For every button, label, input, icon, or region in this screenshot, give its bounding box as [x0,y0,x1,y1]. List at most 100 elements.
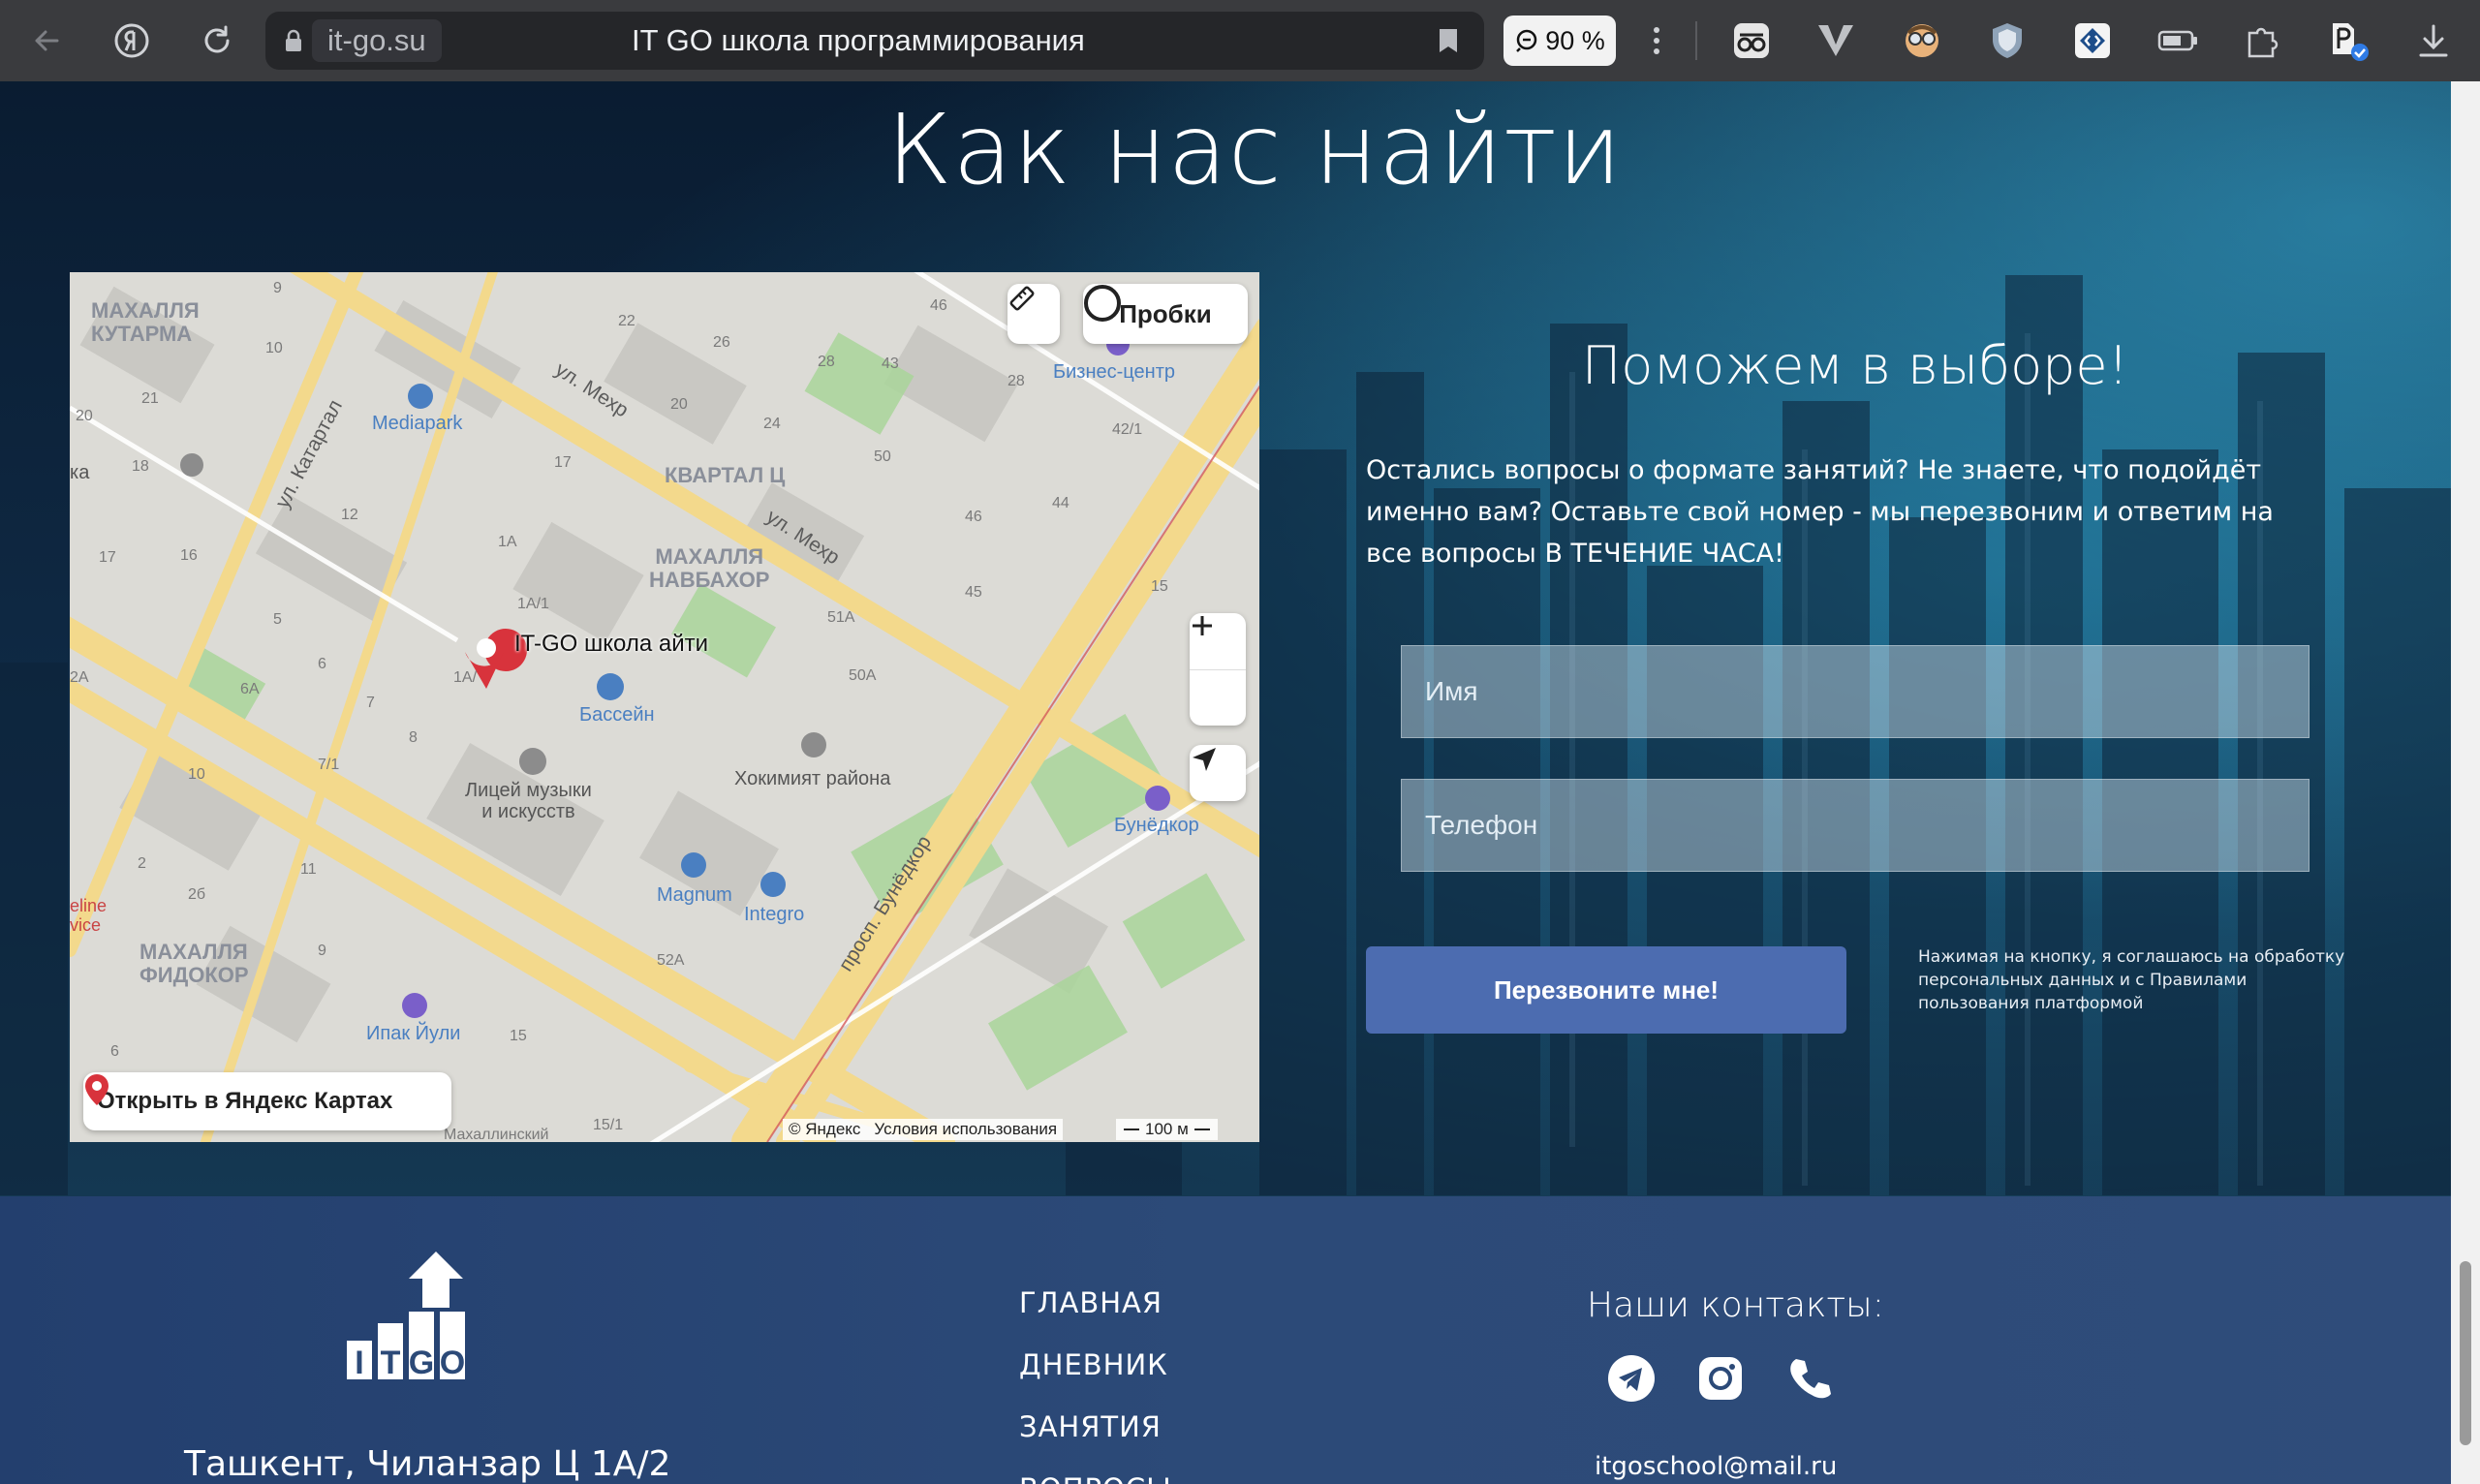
bookmark-icon[interactable] [1438,27,1459,54]
instagram-icon [1699,1357,1742,1400]
extension-battery[interactable] [2156,19,2199,62]
phone-link[interactable] [1784,1353,1835,1404]
svg-text:T: T [381,1345,401,1381]
ruler-button[interactable] [1008,284,1060,344]
yandex-button[interactable] [108,17,155,64]
extension-puzzle[interactable] [2242,19,2284,62]
footer-email[interactable]: itgoschool@mail.ru [1595,1452,1837,1481]
map-house-number: 16 [180,547,198,564]
map-poi-label: Хокимият района [734,768,891,789]
map-house-number: 52А [657,952,685,969]
map-district-label: МАХАЛЛЯ ФИДОКОР [140,940,249,987]
map-canvas [70,272,1259,1142]
scrollbar-thumb[interactable] [2460,1261,2471,1445]
map-poi-label: Magnum [657,884,732,906]
map-house-number: 50 [874,448,891,465]
page-title-tab: IT GO школа программирования [632,23,1085,57]
map-house-number: 20 [76,408,93,424]
map-poi-label: Бунёдкор [1114,815,1199,836]
zoom-button[interactable]: 90 % [1504,15,1616,66]
map-house-number: 18 [132,458,149,475]
map-house-number: 43 [882,356,899,372]
map-house-number: 7 [366,695,375,711]
map-house-number: 26 [713,334,730,351]
open-in-yandex-maps-button[interactable]: Открыть в Яндекс Картах [83,1072,451,1130]
phone-input[interactable]: Телефон [1401,779,2310,872]
map-house-number: 21 [141,390,159,407]
zoom-controls [1190,613,1246,726]
map-poi-label: Бизнес-центр [1053,361,1175,383]
url-domain[interactable]: it-go.su [312,19,442,62]
instagram-link[interactable] [1695,1353,1746,1404]
extension-code[interactable] [2071,19,2114,62]
geolocation-button[interactable] [1190,745,1246,801]
menu-link-questions[interactable]: ВОПРОСЫ [1019,1469,1172,1484]
shield-icon [1993,23,2022,58]
map-house-number: 17 [554,454,572,471]
puzzle-icon [2248,27,2278,58]
address-bar[interactable]: it-go.su IT GO школа программирования [265,12,1484,70]
footer-address: Ташкент, Чиланзар Ц 1А/2 [184,1444,671,1484]
name-input[interactable]: Имя [1401,645,2310,738]
search-zoom-icon [1516,29,1537,52]
map-poi-label: Ипак Йули [366,1023,461,1044]
browser-toolbar: it-go.su IT GO школа программирования 90… [0,0,2480,81]
yandex-icon [114,23,149,58]
contacts-title: Наши контакты: [1587,1285,1884,1325]
page-scrollbar[interactable] [2451,81,2480,1484]
reload-button[interactable] [194,17,240,64]
more-menu-button[interactable] [1633,17,1680,64]
location-arrow-icon [1193,748,1216,771]
map-edge-label: Махаллинский [444,1127,549,1142]
map-house-number: 9 [318,943,326,959]
zoom-out-button[interactable] [1190,624,1246,727]
map-house-number: 6А [240,681,260,697]
menu-link-home[interactable]: ГЛАВНАЯ [1019,1283,1172,1345]
telegram-icon [1608,1355,1655,1402]
profile-badge-icon [2333,23,2369,61]
itgo-logo[interactable]: ITGO [341,1252,496,1381]
map-edge-label: ка [70,462,90,483]
extension-shield[interactable] [1986,19,2029,62]
map-house-number: 5 [273,611,282,628]
back-button[interactable] [23,17,70,64]
map-place-label[interactable]: IT-GO школа айти [514,631,708,658]
page-content: Как нас найти МАХАЛЛЯ КУТАРМА КВАРТАЛ Ц … [0,81,2451,1484]
map-house-number: 1А [498,534,517,550]
yandex-copyright[interactable]: © Яндекс [789,1120,860,1139]
traffic-button[interactable]: Пробки [1083,284,1248,344]
map-house-number: 45 [965,584,982,601]
map-house-number: 6 [318,656,326,672]
code-diamond-icon [2075,23,2110,58]
menu-link-diary[interactable]: ДНЕВНИК [1019,1345,1172,1407]
open-maps-label: Открыть в Яндекс Картах [97,1088,393,1114]
map-house-number: 50А [849,667,877,684]
downloads-button[interactable] [2412,19,2455,62]
map-house-number: 22 [618,313,636,329]
map-house-number: 42/1 [1112,421,1143,438]
map-district-label: МАХАЛЛЯ КУТАРМА [91,298,200,346]
extension-incognito[interactable] [1730,19,1773,62]
map-poi-label: Integro [744,904,805,925]
map-edge-label: vice [70,915,102,935]
map-house-number: 51А [827,609,855,626]
map-house-number: 28 [818,354,835,370]
yandex-map[interactable]: МАХАЛЛЯ КУТАРМА КВАРТАЛ Ц МАХАЛЛЯ НАВБАХ… [70,272,1259,1142]
telegram-link[interactable] [1606,1353,1657,1404]
map-edge-label: eline [70,896,108,915]
menu-link-classes[interactable]: ЗАНЯТИЯ [1019,1407,1172,1469]
extension-v[interactable] [1814,19,1857,62]
callback-submit-button[interactable]: Перезвоните мне! [1366,946,1846,1034]
map-house-number: 2 [138,855,146,872]
map-house-number: 10 [188,766,205,783]
reload-icon [204,25,230,53]
extension-profile[interactable] [2327,19,2370,62]
consent-note: Нажимая на кнопку, я соглашаюсь на обраб… [1918,947,2345,1013]
extension-face[interactable] [1901,19,1943,62]
map-district-label: МАХАЛЛЯ НАВБАХОР [649,544,770,592]
map-scale-label: 100 м [1145,1120,1189,1138]
more-vertical-icon [1654,27,1659,54]
terms-link[interactable]: Условия использования [874,1120,1057,1139]
map-marker-icon [85,1074,108,1105]
map-poi-label: Mediapark [372,413,463,434]
